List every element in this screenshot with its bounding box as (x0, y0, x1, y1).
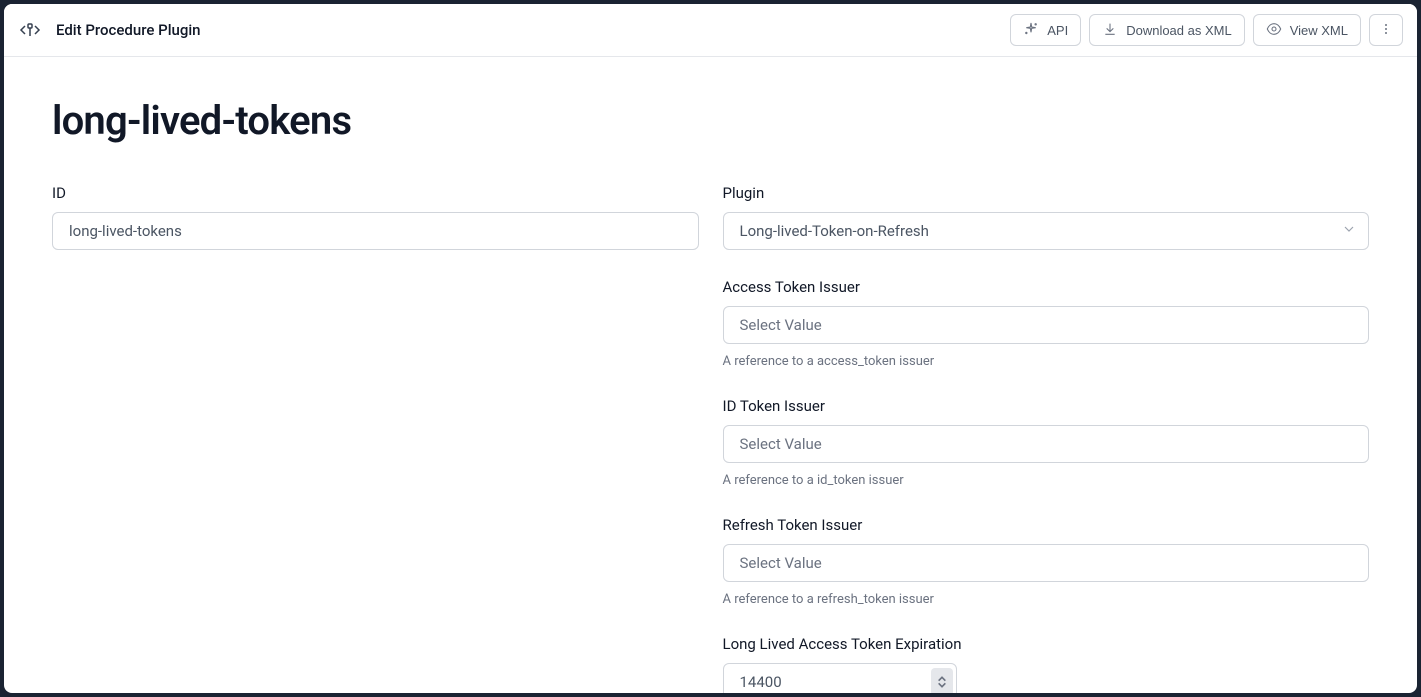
id-input[interactable] (52, 212, 699, 250)
api-button-label: API (1047, 23, 1068, 38)
field-long-lived-expiration: Long Lived Access Token Expiration The T… (723, 635, 1370, 693)
content-area: long-lived-tokens ID Plugin Long-lived-T… (4, 57, 1417, 693)
field-id-token-issuer: ID Token Issuer Select Value A reference… (723, 397, 1370, 488)
download-xml-button[interactable]: Download as XML (1089, 14, 1245, 46)
plugin-select-wrap: Long-lived-Token-on-Refresh (723, 212, 1370, 250)
app-window: Edit Procedure Plugin API (4, 4, 1417, 693)
access-token-issuer-placeholder: Select Value (740, 316, 822, 334)
refresh-token-issuer-label: Refresh Token Issuer (723, 516, 1370, 534)
refresh-token-issuer-placeholder: Select Value (740, 554, 822, 572)
header-left: Edit Procedure Plugin (18, 18, 201, 42)
sparkle-icon (1023, 21, 1039, 40)
download-xml-label: Download as XML (1126, 23, 1232, 38)
header-bar: Edit Procedure Plugin API (4, 4, 1417, 57)
field-access-token-issuer: Access Token Issuer Select Value A refer… (723, 278, 1370, 369)
view-xml-label: View XML (1290, 23, 1348, 38)
long-lived-expiration-label: Long Lived Access Token Expiration (723, 635, 1370, 653)
download-icon (1102, 21, 1118, 40)
id-token-issuer-hint: A reference to a id_token issuer (723, 473, 1370, 488)
refresh-token-issuer-select-wrap: Select Value (723, 544, 1370, 582)
field-refresh-token-issuer: Refresh Token Issuer Select Value A refe… (723, 516, 1370, 607)
page-title: long-lived-tokens (52, 97, 1369, 144)
plugin-label: Plugin (723, 184, 1370, 202)
id-token-issuer-label: ID Token Issuer (723, 397, 1370, 415)
access-token-issuer-label: Access Token Issuer (723, 278, 1370, 296)
field-plugin: Plugin Long-lived-Token-on-Refresh (723, 184, 1370, 250)
refresh-token-issuer-select[interactable]: Select Value (723, 544, 1370, 582)
id-label: ID (52, 184, 699, 202)
right-column: Plugin Long-lived-Token-on-Refresh Acces… (723, 184, 1370, 693)
id-token-issuer-select[interactable]: Select Value (723, 425, 1370, 463)
more-menu-button[interactable] (1369, 14, 1403, 46)
eye-icon (1266, 21, 1282, 40)
access-token-issuer-hint: A reference to a access_token issuer (723, 354, 1370, 369)
plugin-select[interactable]: Long-lived-Token-on-Refresh (723, 212, 1370, 250)
refresh-token-issuer-hint: A reference to a refresh_token issuer (723, 592, 1370, 607)
view-xml-button[interactable]: View XML (1253, 14, 1361, 46)
number-stepper[interactable] (931, 668, 953, 693)
access-token-issuer-select[interactable]: Select Value (723, 306, 1370, 344)
api-button[interactable]: API (1010, 14, 1081, 46)
long-lived-expiration-wrap (723, 663, 957, 693)
field-id: ID (52, 184, 699, 250)
plugin-select-value: Long-lived-Token-on-Refresh (740, 222, 929, 240)
long-lived-expiration-input[interactable] (723, 663, 957, 693)
header-actions: API Download as XML (1010, 14, 1403, 46)
stepper-down-icon (937, 682, 947, 688)
id-token-issuer-select-wrap: Select Value (723, 425, 1370, 463)
dots-vertical-icon (1378, 21, 1394, 40)
form-grid: ID Plugin Long-lived-Token-on-Refresh (52, 184, 1369, 693)
access-token-issuer-select-wrap: Select Value (723, 306, 1370, 344)
code-plugin-icon (18, 18, 42, 42)
id-token-issuer-placeholder: Select Value (740, 435, 822, 453)
header-title: Edit Procedure Plugin (56, 21, 201, 39)
